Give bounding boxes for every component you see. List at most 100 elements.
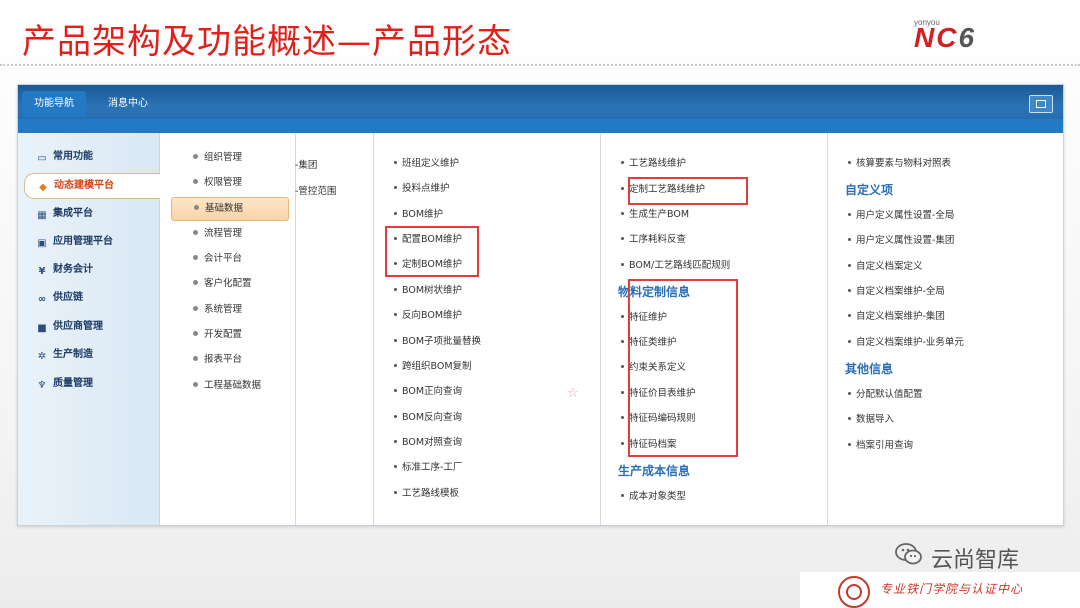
menu-item[interactable]: 自定义档案定义 bbox=[848, 259, 923, 275]
menu-item[interactable]: 数据导入 bbox=[848, 412, 894, 428]
menu-item[interactable]: 分配默认值配置 bbox=[848, 387, 923, 403]
submenu-item[interactable]: 开发配置 bbox=[171, 324, 287, 346]
menu-item-label: BOM维护 bbox=[402, 209, 444, 220]
submenu-item[interactable]: 组织管理 bbox=[171, 147, 287, 169]
yen-icon: ¥ bbox=[38, 266, 46, 277]
submenu-label: 开发配置 bbox=[204, 329, 243, 340]
sidebar-item-quality[interactable]: ♆ 质量管理 bbox=[24, 372, 159, 396]
scope-group[interactable]: -集团 bbox=[295, 157, 317, 171]
menu-item[interactable]: BOM对照查询 bbox=[394, 435, 462, 451]
submenu-item[interactable]: 工程基础数据 bbox=[171, 375, 287, 397]
monitor-icon: ▭ bbox=[37, 153, 47, 164]
sidebar-item-label: 生产制造 bbox=[53, 349, 93, 360]
menu-item[interactable]: 档案引用查询 bbox=[848, 438, 913, 454]
menu-item-label: 核算要素与物料对照表 bbox=[856, 158, 952, 169]
menu-item-label: 工艺路线模板 bbox=[402, 488, 460, 499]
submenu-item[interactable]: 系统管理 bbox=[171, 299, 287, 321]
menu-item-label: 跨组织BOM复制 bbox=[402, 361, 472, 372]
menu-item[interactable]: 反向BOM维护 bbox=[394, 308, 462, 324]
nc6-logo: yonyou NC6 bbox=[914, 18, 1044, 53]
sidebar-item-dynamic-modeling[interactable]: ◆ 动态建模平台 bbox=[24, 173, 160, 199]
sidebar-item-common[interactable]: ▭ 常用功能 bbox=[24, 145, 159, 169]
menu-item-label: 投料点维护 bbox=[402, 183, 450, 194]
submenu-item-basic-data[interactable]: 基础数据 bbox=[171, 197, 289, 221]
menu-item-label: BOM正向查询 bbox=[402, 386, 463, 397]
menu-item-label: 数据导入 bbox=[856, 414, 895, 425]
submenu-item[interactable]: 客户化配置 bbox=[171, 273, 287, 295]
menu-item-label: BOM反向查询 bbox=[402, 412, 463, 423]
menu-item-label: 反向BOM维护 bbox=[402, 310, 463, 321]
menu-item[interactable]: 工艺路线维护 bbox=[621, 156, 686, 172]
submenu-label: 组织管理 bbox=[204, 152, 243, 163]
scope-control-range[interactable]: -管控范围 bbox=[295, 183, 336, 197]
menu-item[interactable]: 用户定义属性设置-集团 bbox=[848, 233, 954, 249]
sidebar-item-integration[interactable]: ▦ 集成平台 bbox=[24, 202, 159, 226]
window-maximize-icon[interactable] bbox=[1029, 95, 1053, 113]
section-title-custom-items: 自定义项 bbox=[845, 183, 894, 197]
menu-item-label: 档案引用查询 bbox=[856, 440, 914, 451]
watermark-text: 云尚智库 bbox=[931, 548, 1020, 573]
seal-strip: 专业铁门学院与认证中心 bbox=[800, 572, 1080, 608]
grid-icon: ▦ bbox=[37, 210, 47, 221]
menu-item[interactable]: 生成生产BOM bbox=[621, 207, 689, 223]
menu-item[interactable]: 工序耗料反查 bbox=[621, 232, 686, 248]
menu-item[interactable]: 自定义档案维护-业务单元 bbox=[848, 335, 964, 351]
menu-item-label: 工序耗料反查 bbox=[629, 234, 687, 245]
submenu-label: 会计平台 bbox=[204, 253, 243, 264]
box-icon: ■ bbox=[37, 323, 47, 334]
menu-item[interactable]: BOM反向查询 bbox=[394, 410, 462, 426]
menu-item[interactable]: 成本对象类型 bbox=[621, 489, 686, 505]
menu-item-label: 自定义档案维护-全局 bbox=[856, 286, 945, 297]
submenu-item[interactable]: 报表平台 bbox=[171, 349, 287, 371]
sidebar: ▭ 常用功能 ◆ 动态建模平台 ▦ 集成平台 ▣ 应用管理平台 ¥ 财务会计 ∞ 供应链 ■… bbox=[18, 133, 160, 525]
menu-item-label: 自定义档案维护-集团 bbox=[856, 311, 945, 322]
link-icon: ∞ bbox=[37, 294, 47, 305]
menu-item-label: BOM树状维护 bbox=[402, 285, 463, 296]
submenu-label: 工程基础数据 bbox=[204, 380, 262, 391]
menu-item[interactable]: 工艺路线模板 bbox=[394, 486, 459, 502]
menu-item[interactable]: BOM子项批量替换 bbox=[394, 334, 481, 350]
slide-title: 产品架构及功能概述—产品形态 bbox=[22, 22, 512, 62]
menu-item[interactable]: 投料点维护 bbox=[394, 181, 450, 197]
menu-item-label: 用户定义属性设置-集团 bbox=[856, 235, 955, 246]
menu-item[interactable]: BOM/工艺路线匹配规则 bbox=[621, 258, 730, 274]
app-icon: ▣ bbox=[37, 238, 47, 249]
menu-item[interactable]: 核算要素与物料对照表 bbox=[848, 156, 951, 172]
function-column-b: 工艺路线维护 定制工艺路线维护 生成生产BOM 工序耗料反查 BOM/工艺路线匹… bbox=[601, 133, 828, 525]
wechat-icon bbox=[895, 543, 922, 565]
menu-item-label: 用户定义属性设置-全局 bbox=[856, 210, 955, 221]
submenu-item[interactable]: 权限管理 bbox=[171, 172, 287, 194]
menu-item[interactable]: BOM树状维护 bbox=[394, 283, 462, 299]
submenu-item[interactable]: 流程管理 bbox=[171, 223, 287, 245]
app-window: 功能导航 消息中心 ▭ 常用功能 ◆ 动态建模平台 ▦ 集成平台 ▣ 应用管理平台 ¥ 财… bbox=[17, 84, 1064, 526]
menu-item[interactable]: 用户定义属性设置-全局 bbox=[848, 208, 954, 224]
menu-item[interactable]: 自定义档案维护-全局 bbox=[848, 284, 945, 300]
highlight-box-bom bbox=[385, 226, 479, 277]
favorite-star-icon[interactable]: ☆ bbox=[567, 386, 579, 401]
tab-message-center[interactable]: 消息中心 bbox=[96, 91, 160, 117]
menu-item-label: BOM对照查询 bbox=[402, 437, 463, 448]
menu-item[interactable]: BOM正向查询 bbox=[394, 384, 462, 400]
sidebar-item-app-management[interactable]: ▣ 应用管理平台 bbox=[24, 230, 159, 254]
menu-item-label: 自定义档案维护-业务单元 bbox=[856, 337, 964, 348]
submenu-label: 客户化配置 bbox=[204, 278, 252, 289]
gear-icon: ✲ bbox=[37, 351, 47, 362]
sidebar-item-label: 财务会计 bbox=[53, 264, 93, 275]
sidebar-item-supply-chain[interactable]: ∞ 供应链 bbox=[24, 286, 159, 310]
title-divider bbox=[0, 64, 1080, 66]
function-column-a: 班组定义维护 投料点维护 BOM维护 配置BOM维护 定制BOM维护 BOM树状… bbox=[374, 133, 601, 525]
menu-item[interactable]: 自定义档案维护-集团 bbox=[848, 309, 945, 325]
sidebar-item-finance[interactable]: ¥ 财务会计 bbox=[24, 258, 159, 282]
menu-item[interactable]: BOM维护 bbox=[394, 207, 443, 223]
menu-item[interactable]: 跨组织BOM复制 bbox=[394, 359, 472, 375]
menu-item-label: BOM子项批量替换 bbox=[402, 336, 482, 347]
tab-function-nav[interactable]: 功能导航 bbox=[22, 91, 86, 117]
logo-six: 6 bbox=[958, 22, 977, 53]
highlight-box-material-custom bbox=[628, 279, 738, 457]
submenu-item[interactable]: 会计平台 bbox=[171, 248, 287, 270]
menu-item-label: 工艺路线维护 bbox=[629, 158, 687, 169]
sidebar-item-supplier[interactable]: ■ 供应商管理 bbox=[24, 315, 159, 339]
menu-item[interactable]: 班组定义维护 bbox=[394, 156, 459, 172]
sidebar-item-manufacturing[interactable]: ✲ 生产制造 bbox=[24, 343, 159, 367]
menu-item[interactable]: 标准工序-工厂 bbox=[394, 460, 462, 476]
